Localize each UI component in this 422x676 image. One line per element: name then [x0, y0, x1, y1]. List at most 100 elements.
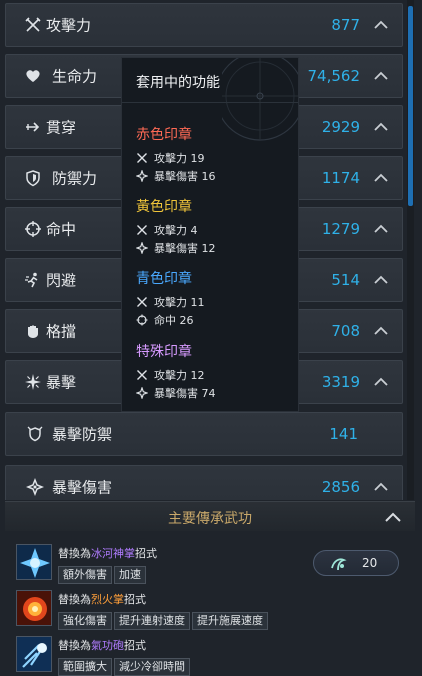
seal-line: 攻擊力 19: [136, 150, 205, 166]
skill-item[interactable]: 替換為烈火掌招式 強化傷害 提升連射速度 提升施展速度: [16, 590, 416, 630]
stat-label: 暴擊: [46, 373, 77, 392]
stat-row-critical-damage[interactable]: 暴擊傷害 2856: [5, 465, 403, 500]
stat-value: 514: [331, 271, 360, 289]
skill-tag: 範圍擴大: [58, 658, 112, 676]
lineage-points-value: 20: [362, 556, 378, 570]
seal-line-text: 攻擊力 4: [154, 224, 198, 237]
stat-label: 貫穿: [46, 118, 77, 137]
qigong-cannon-icon: [16, 636, 52, 672]
skill-description: 替換為氣功砲招式: [58, 639, 146, 652]
lineage-points-pill[interactable]: 20: [313, 550, 399, 576]
crossed-swords-icon: [24, 16, 42, 34]
skill-item[interactable]: 替換為氣功砲招式 範圍擴大 減少冷卻時間: [16, 636, 416, 676]
stat-row-attack[interactable]: 攻擊力 877: [5, 3, 403, 47]
stat-label: 防禦力: [52, 169, 98, 188]
stat-label: 暴擊傷害: [52, 478, 113, 497]
section-title: 主要傳承武功: [168, 511, 252, 527]
skill-description: 替換為冰河神掌招式: [58, 547, 157, 560]
skill-tag: 加速: [114, 566, 146, 584]
seal-line: 攻擊力 4: [136, 222, 198, 238]
skill-description: 替換為烈火掌招式: [58, 593, 146, 606]
seal-line-text: 攻擊力 12: [154, 369, 205, 382]
crosshair-icon: [136, 314, 148, 326]
critical-damage-icon: [136, 170, 148, 182]
stat-label: 格擋: [46, 322, 77, 341]
decorative-ring-icon: [222, 58, 298, 141]
seal-line: 暴擊傷害 16: [136, 168, 216, 184]
stat-value: 1174: [321, 169, 360, 187]
crosshair-icon: [24, 220, 42, 238]
applied-effects-tooltip: 套用中的功能 赤色印章 攻擊力 19 暴擊傷害 16 黃色印章 攻擊力 4 暴擊…: [121, 57, 299, 412]
crossed-swords-icon: [136, 296, 148, 308]
crossed-swords-icon: [136, 152, 148, 164]
stat-value: 74,562: [307, 67, 361, 85]
pierce-arrow-icon: [24, 118, 42, 136]
ice-palm-icon: [16, 544, 52, 580]
lineage-emblem-icon: [328, 554, 348, 574]
stat-value: 1279: [321, 220, 360, 238]
chevron-up-icon[interactable]: [372, 223, 390, 235]
skill-tag: 提升施展速度: [192, 612, 268, 630]
skill-tags: 強化傷害 提升連射速度 提升施展速度: [58, 609, 270, 630]
seal-line: 攻擊力 11: [136, 294, 205, 310]
stat-value: 3319: [321, 373, 360, 391]
chevron-up-icon[interactable]: [372, 376, 390, 388]
fire-palm-icon: [16, 590, 52, 626]
seal-line: 攻擊力 12: [136, 367, 205, 383]
lineage-martial-arts-header[interactable]: 主要傳承武功: [5, 501, 415, 531]
critical-burst-icon: [24, 373, 42, 391]
chevron-up-icon[interactable]: [372, 19, 390, 31]
chevron-up-icon[interactable]: [372, 172, 390, 184]
chevron-up-icon[interactable]: [372, 70, 390, 82]
stat-label: 命中: [46, 220, 77, 239]
critical-damage-icon: [136, 242, 148, 254]
stat-label: 暴擊防禦: [52, 425, 113, 444]
stat-value: 877: [331, 16, 360, 34]
critical-defense-icon: [26, 425, 44, 443]
seal-title-blue: 青色印章: [136, 271, 192, 287]
stat-value: 2856: [321, 478, 360, 496]
critical-damage-icon: [26, 478, 44, 496]
seal-line-text: 暴擊傷害 16: [154, 170, 216, 183]
stat-label: 生命力: [52, 67, 98, 86]
seal-line: 暴擊傷害 74: [136, 385, 216, 401]
shield-icon: [24, 169, 42, 187]
chevron-up-icon[interactable]: [372, 481, 390, 493]
seal-line: 命中 26: [136, 312, 194, 328]
tooltip-divider: [122, 102, 298, 103]
tooltip-title: 套用中的功能: [136, 75, 220, 91]
dodge-runner-icon: [24, 271, 42, 289]
crossed-swords-icon: [136, 224, 148, 236]
skill-tag: 額外傷害: [58, 566, 112, 584]
chevron-up-icon[interactable]: [383, 510, 403, 524]
skill-tag: 強化傷害: [58, 612, 112, 630]
scrollbar-thumb[interactable]: [408, 6, 413, 206]
skill-name: 冰河神掌: [91, 547, 135, 560]
stat-value: 2929: [321, 118, 360, 136]
seal-line-text: 命中 26: [154, 314, 194, 327]
seal-line-text: 攻擊力 11: [154, 296, 205, 309]
stat-label: 閃避: [46, 271, 77, 290]
heart-icon: [24, 67, 42, 85]
stat-value: 708: [331, 322, 360, 340]
skill-tag: 提升連射速度: [114, 612, 190, 630]
critical-damage-icon: [136, 387, 148, 399]
seal-title-yellow: 黃色印章: [136, 199, 192, 215]
skill-tags: 額外傷害 加速: [58, 563, 148, 584]
block-fist-icon: [24, 322, 42, 340]
seal-line-text: 暴擊傷害 12: [154, 242, 216, 255]
crossed-swords-icon: [136, 369, 148, 381]
chevron-up-icon[interactable]: [372, 325, 390, 337]
skill-name: 烈火掌: [91, 593, 124, 606]
seal-line: 暴擊傷害 12: [136, 240, 216, 256]
stat-row-critical-defense: 暴擊防禦 141: [5, 412, 403, 456]
skill-tags: 範圍擴大 減少冷卻時間: [58, 655, 192, 676]
chevron-up-icon[interactable]: [372, 121, 390, 133]
seal-title-red: 赤色印章: [136, 127, 192, 143]
skill-tag: 減少冷卻時間: [114, 658, 190, 676]
chevron-up-icon[interactable]: [372, 274, 390, 286]
seal-line-text: 攻擊力 19: [154, 152, 205, 165]
stat-value: 141: [329, 425, 358, 443]
stat-label: 攻擊力: [46, 16, 92, 35]
skill-name: 氣功砲: [91, 639, 124, 652]
